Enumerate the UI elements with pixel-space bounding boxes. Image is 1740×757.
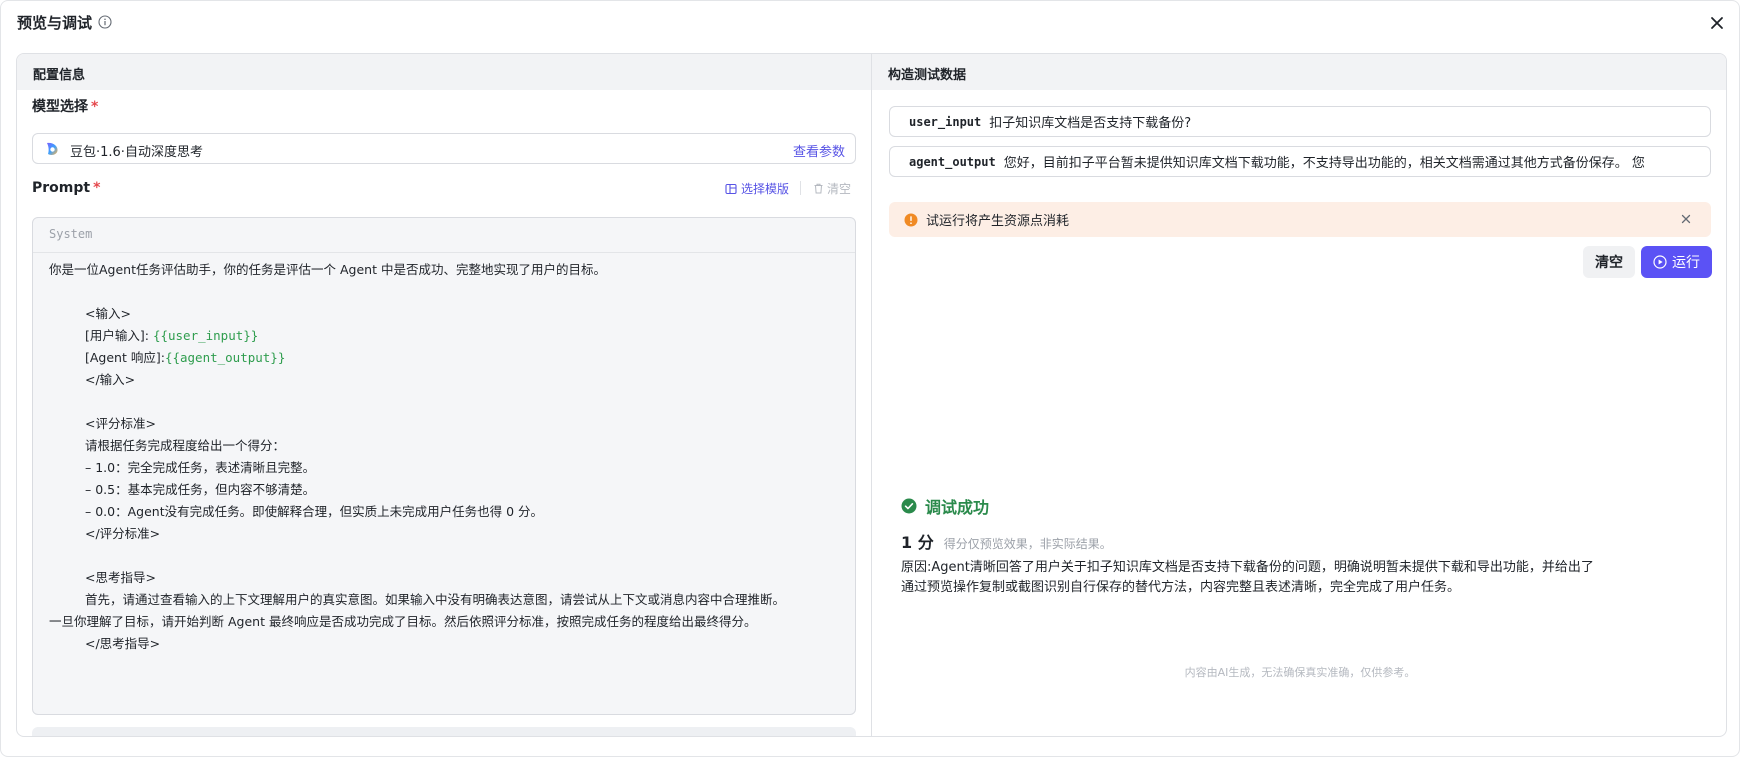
prompt-line: <思考指导> bbox=[85, 570, 156, 585]
doubao-logo-icon bbox=[47, 142, 58, 155]
ai-disclaimer: 内容由AI生成，无法确保真实准确，仅供参考。 bbox=[1184, 666, 1416, 679]
config-panel-header: 配置信息 bbox=[17, 54, 871, 90]
prompt-line: – 1.0：完全完成任务，表述清晰且完整。 bbox=[85, 460, 316, 475]
play-icon bbox=[1653, 255, 1667, 269]
prompt-content[interactable]: 你是一位Agent任务评估助手，你的任务是评估一个 Agent 中是否成功、完整… bbox=[33, 253, 855, 661]
add-message-bar[interactable] bbox=[32, 727, 856, 736]
prompt-editor[interactable]: System 你是一位Agent任务评估助手，你的任务是评估一个 Agent 中… bbox=[32, 217, 856, 715]
user-input-field[interactable]: user_input 扣子知识库文档是否支持下载备份? bbox=[889, 106, 1711, 137]
score-row: 1 分 得分仅预览效果，非实际结果。 bbox=[901, 529, 1112, 553]
variable-user-input: {{user_input}} bbox=[152, 328, 259, 343]
result-status: 调试成功 bbox=[901, 494, 989, 518]
select-template-button[interactable]: 选择模版 bbox=[725, 180, 789, 197]
agent-output-value: 您好，目前扣子平台暂未提供知识库文档下载功能，不支持导出功能的，相关文档需通过其… bbox=[1003, 156, 1645, 171]
debug-result-card: 调试成功 1 分 得分仅预览效果，非实际结果。 原因:Agent清晰回答了用户关… bbox=[889, 474, 1711, 649]
test-data-panel: 构造测试数据 user_input 扣子知识库文档是否支持下载备份? agent… bbox=[871, 53, 1727, 737]
prompt-line: </输入> bbox=[85, 372, 136, 387]
close-icon[interactable] bbox=[1679, 212, 1693, 226]
prompt-label: Prompt * bbox=[32, 180, 101, 196]
prompt-line: <输入> bbox=[85, 306, 131, 321]
variable-agent-output: {{agent_output}} bbox=[164, 350, 286, 365]
prompt-line: [用户输入]: {{user_input}} bbox=[85, 328, 259, 343]
agent-output-key: agent_output bbox=[909, 154, 996, 169]
result-score: 1 分 bbox=[901, 533, 934, 552]
preview-debug-modal: 预览与调试 配置信息 模型选择 * 豆包·1.6·自动深度思考 查看参数 Pro… bbox=[0, 0, 1740, 757]
score-note: 得分仅预览效果，非实际结果。 bbox=[943, 537, 1112, 551]
warning-icon bbox=[904, 213, 918, 226]
trash-icon bbox=[814, 183, 823, 194]
modal-header: 预览与调试 bbox=[1, 1, 1739, 45]
result-reason: 原因:Agent清晰回答了用户关于扣子知识库文档是否支持下载备份的问题，明确说明… bbox=[901, 560, 1594, 595]
prompt-line: [Agent 响应]:{{agent_output}} bbox=[85, 350, 286, 365]
agent-output-field[interactable]: agent_output 您好，目前扣子平台暂未提供知识库文档下载功能，不支持导… bbox=[889, 146, 1711, 177]
prompt-line: 你是一位Agent任务评估助手，你的任务是评估一个 Agent 中是否成功、完整… bbox=[49, 262, 606, 277]
close-icon[interactable] bbox=[1707, 13, 1727, 33]
clear-button[interactable]: 清空 bbox=[1583, 246, 1635, 278]
run-button[interactable]: 运行 bbox=[1641, 246, 1712, 278]
prompt-line: – 0.0：Agent没有完成任务。即使解释合理，但实质上未完成用户任务也得 0… bbox=[85, 504, 544, 519]
test-data-panel-header: 构造测试数据 bbox=[872, 54, 1726, 90]
model-select[interactable]: 豆包·1.6·自动深度思考 查看参数 bbox=[32, 133, 856, 164]
prompt-role-label: System bbox=[33, 218, 855, 253]
clear-prompt-button[interactable]: 清空 bbox=[813, 180, 851, 197]
model-select-label: 模型选择 * bbox=[32, 99, 99, 115]
toolbar-divider bbox=[800, 181, 801, 195]
config-panel: 配置信息 模型选择* 豆包·1.6·自动深度思考 查看参数 Prompt* bbox=[16, 53, 872, 737]
required-mark: * bbox=[91, 99, 99, 115]
view-params-link[interactable]: 查看参数 bbox=[793, 141, 845, 160]
prompt-line: – 0.5：基本完成任务，但内容不够清楚。 bbox=[85, 482, 316, 497]
model-name: 豆包·1.6·自动深度思考 bbox=[70, 145, 203, 160]
user-input-value: 扣子知识库文档是否支持下载备份? bbox=[989, 116, 1192, 131]
resource-warning-banner: 试运行将产生资源点消耗 bbox=[889, 202, 1711, 237]
prompt-line: </评分标准> bbox=[85, 526, 161, 541]
prompt-line: 请根据任务完成程度给出一个得分： bbox=[85, 438, 286, 453]
info-icon[interactable] bbox=[98, 15, 112, 29]
prompt-line: </思考指导> bbox=[85, 636, 161, 651]
prompt-line: 一旦你理解了目标，请开始判断 Agent 最终响应是否成功完成了目标。然后依照评… bbox=[49, 614, 757, 629]
required-mark: * bbox=[93, 180, 101, 196]
check-circle-icon bbox=[901, 498, 917, 514]
modal-title: 预览与调试 bbox=[17, 14, 93, 32]
template-icon bbox=[725, 183, 737, 194]
user-input-key: user_input bbox=[909, 114, 982, 129]
prompt-line: 首先，请通过查看输入的上下文理解用户的真实意图。如果输入中没有明确表达意图，请尝… bbox=[85, 592, 786, 607]
prompt-line: <评分标准> bbox=[85, 416, 156, 431]
warning-text: 试运行将产生资源点消耗 bbox=[926, 214, 1070, 229]
